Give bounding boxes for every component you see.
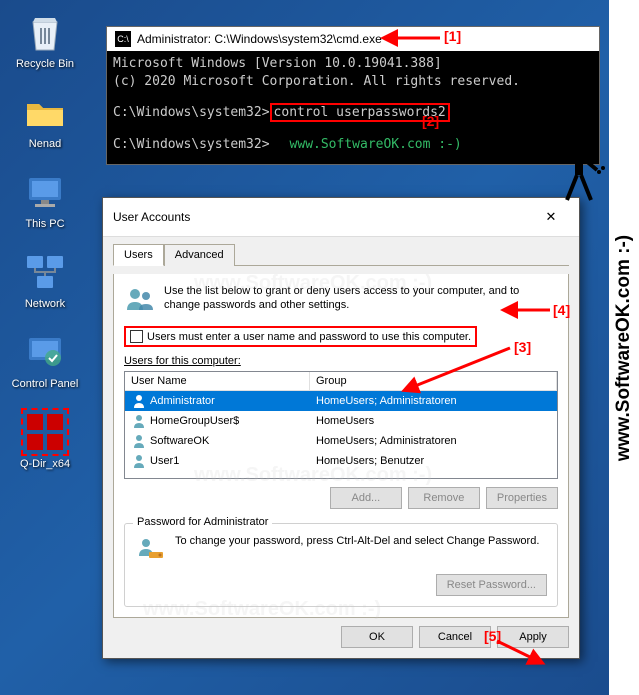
cell-group: HomeUsers; Benutzer — [310, 454, 557, 468]
desktop-icon-label: This PC — [25, 218, 64, 230]
tab-panel-users: www.SoftwareOK.com :-) Use the list belo… — [113, 274, 569, 618]
desktop-icon-label: Network — [25, 298, 65, 310]
dialog-title: User Accounts — [113, 210, 190, 224]
annotation-2: [2] — [422, 113, 439, 129]
cmd-prompt-line: C:\Windows\system32>www.SoftwareOK.com :… — [113, 136, 593, 154]
network-icon — [21, 248, 69, 296]
cell-group: HomeUsers; Administratoren — [310, 434, 557, 448]
annotation-3: [3] — [514, 339, 531, 355]
cell-username: SoftwareOK — [150, 435, 209, 447]
reset-password-button[interactable]: Reset Password... — [436, 574, 547, 596]
desktop-icon-network[interactable]: Network — [10, 248, 80, 310]
cell-group: HomeUsers — [310, 414, 557, 428]
desktop-icon-label: Recycle Bin — [16, 58, 74, 70]
cmd-output-line: Microsoft Windows [Version 10.0.19041.38… — [113, 55, 593, 73]
side-watermark: www.SoftwareOK.com :-) — [609, 0, 639, 695]
intro-section: Use the list below to grant or deny user… — [124, 284, 558, 316]
desktop-icon-label: Q-Dir_x64 — [20, 458, 70, 470]
cell-username: User1 — [150, 455, 179, 467]
password-group: Password for Administrator To change you… — [124, 523, 558, 607]
tab-users[interactable]: Users — [113, 244, 164, 266]
list-row[interactable]: SoftwareOK HomeUsers; Administratoren — [125, 431, 557, 451]
dialog-titlebar[interactable]: User Accounts ✕ — [103, 198, 579, 237]
password-legend: Password for Administrator — [133, 516, 272, 528]
checkbox-icon[interactable] — [130, 330, 143, 343]
properties-button[interactable]: Properties — [486, 487, 558, 509]
ok-button[interactable]: OK — [341, 626, 413, 648]
add-button[interactable]: Add... — [330, 487, 402, 509]
tab-strip: Users Advanced — [113, 243, 569, 266]
desktop-icons: Recycle Bin Nenad This PC Network Contro… — [10, 8, 80, 488]
tab-advanced[interactable]: Advanced — [164, 244, 235, 266]
folder-icon — [21, 88, 69, 136]
password-text: To change your password, press Ctrl-Alt-… — [175, 534, 539, 548]
desktop-icon-label: Control Panel — [12, 378, 79, 390]
cmd-titlebar[interactable]: C:\ Administrator: C:\Windows\system32\c… — [107, 27, 599, 51]
desktop-icon-qdir[interactable]: Q-Dir_x64 — [10, 408, 80, 470]
cell-username: HomeGroupUser$ — [150, 415, 239, 427]
user-icon — [131, 413, 147, 429]
list-row[interactable]: Administrator HomeUsers; Administratoren — [125, 391, 557, 411]
dialog-content: Users Advanced www.SoftwareOK.com :-) Us… — [103, 237, 579, 658]
user-buttons: Add... Remove Properties — [124, 487, 558, 509]
recycle-bin-icon — [21, 8, 69, 56]
remove-button[interactable]: Remove — [408, 487, 480, 509]
desktop-icon-label: Nenad — [29, 138, 61, 150]
cancel-button[interactable]: Cancel — [419, 626, 491, 648]
user-icon — [131, 453, 147, 469]
annotation-1: [1] — [444, 28, 461, 44]
annotation-4: [4] — [553, 302, 570, 318]
desktop-icon-user[interactable]: Nenad — [10, 88, 80, 150]
qdir-icon — [21, 408, 69, 456]
desktop-icon-control-panel[interactable]: Control Panel — [10, 328, 80, 390]
list-row[interactable]: User1 HomeUsers; Benutzer — [125, 451, 557, 471]
intro-text: Use the list below to grant or deny user… — [164, 284, 558, 313]
cmd-body[interactable]: Microsoft Windows [Version 10.0.19041.38… — [107, 51, 599, 164]
key-icon — [135, 534, 167, 566]
user-icon — [131, 433, 147, 449]
computer-icon — [21, 168, 69, 216]
column-username[interactable]: User Name — [125, 372, 310, 390]
cmd-output-line: (c) 2020 Microsoft Corporation. All righ… — [113, 73, 593, 91]
cmd-prompt-line: C:\Windows\system32>control userpassword… — [113, 104, 593, 122]
user-icon — [131, 393, 147, 409]
list-row[interactable]: HomeGroupUser$ HomeUsers — [125, 411, 557, 431]
side-watermark-text: www.SoftwareOK.com :-) — [613, 234, 635, 460]
user-accounts-dialog: User Accounts ✕ Users Advanced www.Softw… — [102, 197, 580, 659]
figure-silhouette — [549, 130, 609, 230]
cmd-title-text: Administrator: C:\Windows\system32\cmd.e… — [137, 32, 382, 46]
cell-username: Administrator — [150, 395, 215, 407]
users-icon — [124, 284, 156, 316]
control-panel-icon — [21, 328, 69, 376]
cmd-window: C:\ Administrator: C:\Windows\system32\c… — [106, 26, 600, 165]
desktop-icon-recycle-bin[interactable]: Recycle Bin — [10, 8, 80, 70]
cmd-watermark: www.SoftwareOK.com :-) — [290, 137, 462, 152]
desktop-icon-this-pc[interactable]: This PC — [10, 168, 80, 230]
cmd-icon: C:\ — [115, 31, 131, 47]
cell-group: HomeUsers; Administratoren — [310, 394, 557, 408]
